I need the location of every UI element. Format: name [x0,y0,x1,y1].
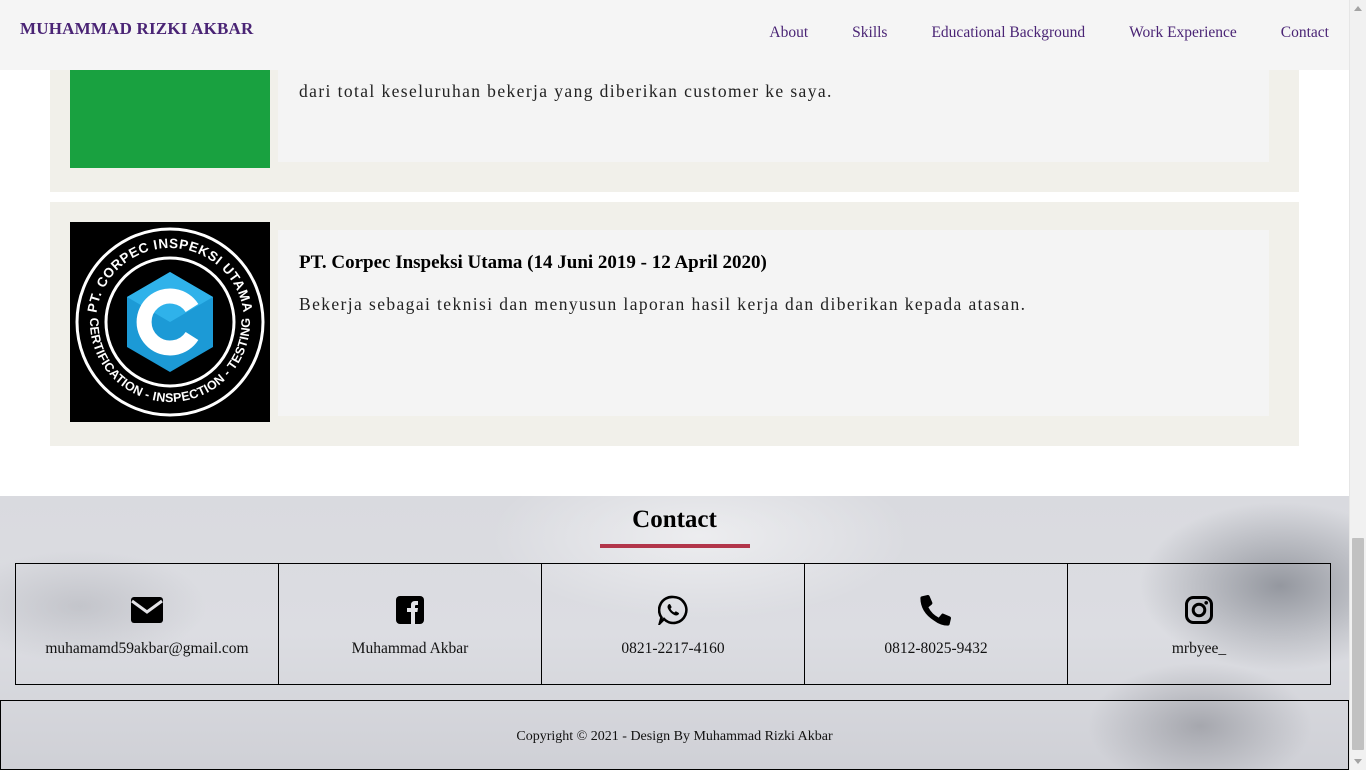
nav-links: About Skills Educational Background Work… [769,24,1329,42]
work-description: Bekerja sebagai teknisi dan menyusun lap… [299,294,1027,314]
whatsapp-icon [542,594,804,626]
work-description: dari total keseluruhan bekerja yang dibe… [299,81,833,101]
corpec-logo: PT. CORPEC INSPEKSI UTAMA CERTIFICATION … [70,222,270,422]
contact-facebook-box[interactable]: Muhammad Akbar [278,563,542,685]
contact-whatsapp[interactable]: 0821-2217-4160 [542,640,804,658]
envelope-icon [16,594,278,626]
footer: Copyright © 2021 - Design By Muhammad Ri… [0,700,1349,770]
contact-title-underline [600,544,750,548]
contact-section: Contact muhamamd59akbar@gmail.com Muhamm… [0,496,1349,770]
navbar: MUHAMMAD RIZKI AKBAR About Skills Educat… [0,0,1349,70]
contact-phone-box[interactable]: 0812-8025-9432 [804,563,1068,685]
nav-link-work-experience[interactable]: Work Experience [1129,24,1237,42]
nav-link-about[interactable]: About [769,24,808,42]
work-card-corpec: PT. CORPEC INSPEKSI UTAMA CERTIFICATION … [50,202,1299,446]
contact-phone[interactable]: 0812-8025-9432 [805,640,1067,658]
contact-grid: muhamamd59akbar@gmail.com Muhammad Akbar… [15,563,1331,685]
phone-icon [805,594,1067,626]
scrollbar-thumb[interactable] [1352,538,1364,750]
contact-facebook[interactable]: Muhammad Akbar [279,640,541,658]
corpec-logo-graphic: PT. CORPEC INSPEKSI UTAMA CERTIFICATION … [75,227,265,417]
copyright-text: Copyright © 2021 - Design By Muhammad Ri… [516,729,833,744]
work-card-body: PT. Corpec Inspeksi Utama (14 Juni 2019 … [278,230,1269,416]
contact-instagram-box[interactable]: mrbyee_ [1067,563,1331,685]
work-title: PT. Corpec Inspeksi Utama (14 Juni 2019 … [299,252,767,273]
nav-link-educational-background[interactable]: Educational Background [931,24,1085,42]
instagram-icon [1068,594,1330,626]
facebook-icon [279,594,541,626]
scroll-down-arrow-icon[interactable] [1350,753,1366,770]
nav-link-contact[interactable]: Contact [1281,24,1329,42]
scroll-up-arrow-icon[interactable] [1350,0,1366,17]
contact-whatsapp-box[interactable]: 0821-2217-4160 [541,563,805,685]
page-scrollbar[interactable] [1349,0,1366,770]
contact-instagram[interactable]: mrbyee_ [1068,640,1330,658]
nav-link-skills[interactable]: Skills [852,24,887,42]
contact-email[interactable]: muhamamd59akbar@gmail.com [16,640,278,658]
contact-email-box[interactable]: muhamamd59akbar@gmail.com [15,563,279,685]
contact-title: Contact [632,506,717,533]
brand-name[interactable]: MUHAMMAD RIZKI AKBAR [20,19,254,39]
